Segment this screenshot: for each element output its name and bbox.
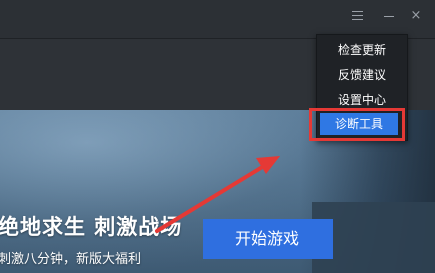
app-window: × 绝地求生 刺激战场 刺激八分钟，新版大福利 开始游戏 检查更新 反馈建议 设… (0, 0, 435, 273)
annotation-highlight-box (309, 108, 405, 141)
minimize-icon[interactable] (381, 8, 397, 24)
close-icon[interactable]: × (408, 8, 424, 24)
banner-headline: 绝地求生 刺激战场 (0, 215, 183, 239)
banner-subline: 刺激八分钟，新版大福利 (0, 252, 142, 267)
title-bar: × (0, 0, 435, 38)
hamburger-menu-icon[interactable] (350, 8, 366, 24)
start-game-button[interactable]: 开始游戏 (203, 219, 333, 259)
menu-item-feedback[interactable]: 反馈建议 (317, 63, 407, 87)
menu-item-check-update[interactable]: 检查更新 (317, 38, 407, 62)
